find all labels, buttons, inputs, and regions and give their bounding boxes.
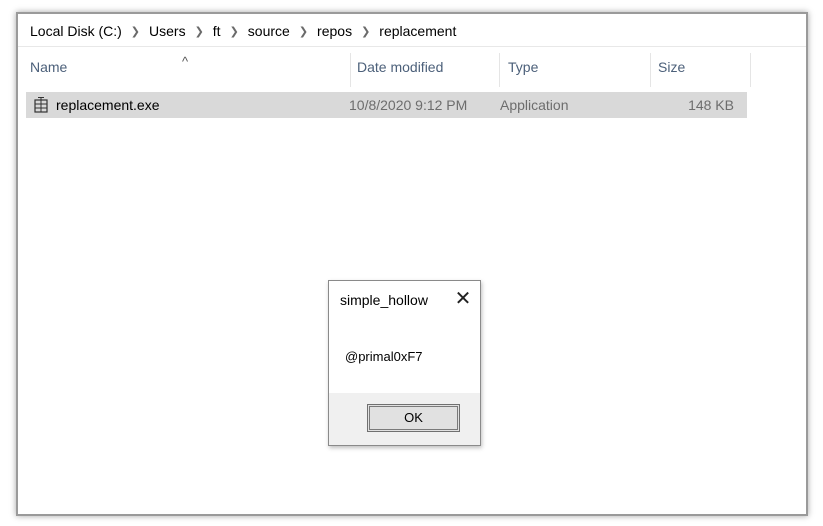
- column-divider[interactable]: [350, 53, 351, 87]
- file-size: 148 KB: [688, 97, 734, 113]
- chevron-right-icon[interactable]: ❯: [124, 25, 147, 38]
- column-header-date-modified[interactable]: Date modified: [357, 47, 497, 87]
- column-header-row: ^ Name Date modified Type Size: [18, 46, 806, 87]
- chevron-right-icon[interactable]: ❯: [188, 25, 211, 38]
- ok-button[interactable]: OK: [367, 404, 460, 432]
- column-divider[interactable]: [499, 53, 500, 87]
- exe-file-icon: [34, 97, 48, 113]
- dialog-title-bar[interactable]: simple_hollow ✕: [329, 281, 480, 319]
- file-type: Application: [500, 97, 569, 113]
- chevron-right-icon[interactable]: ❯: [354, 25, 377, 38]
- breadcrumb: Local Disk (C:) ❯ Users ❯ ft ❯ source ❯ …: [28, 20, 458, 42]
- message-box-dialog: simple_hollow ✕ @primal0xF7 OK: [328, 280, 481, 446]
- column-divider[interactable]: [650, 53, 651, 87]
- breadcrumb-source[interactable]: source: [246, 23, 292, 39]
- chevron-right-icon[interactable]: ❯: [223, 25, 246, 38]
- dialog-message: @primal0xF7: [345, 349, 423, 364]
- file-row[interactable]: replacement.exe 10/8/2020 9:12 PM Applic…: [26, 92, 747, 118]
- column-divider[interactable]: [750, 53, 751, 87]
- breadcrumb-local-disk[interactable]: Local Disk (C:): [28, 23, 124, 39]
- dialog-title: simple_hollow: [340, 292, 428, 308]
- column-header-type[interactable]: Type: [508, 47, 648, 87]
- dialog-body: @primal0xF7: [329, 319, 480, 393]
- breadcrumb-replacement[interactable]: replacement: [377, 23, 458, 39]
- file-name: replacement.exe: [56, 97, 160, 113]
- chevron-right-icon[interactable]: ❯: [292, 25, 315, 38]
- file-date-modified: 10/8/2020 9:12 PM: [349, 97, 468, 113]
- column-header-name[interactable]: Name: [30, 47, 350, 87]
- close-icon[interactable]: ✕: [450, 286, 476, 312]
- breadcrumb-users[interactable]: Users: [147, 23, 188, 39]
- column-header-size[interactable]: Size: [658, 47, 738, 87]
- breadcrumb-ft[interactable]: ft: [211, 23, 223, 39]
- breadcrumb-repos[interactable]: repos: [315, 23, 354, 39]
